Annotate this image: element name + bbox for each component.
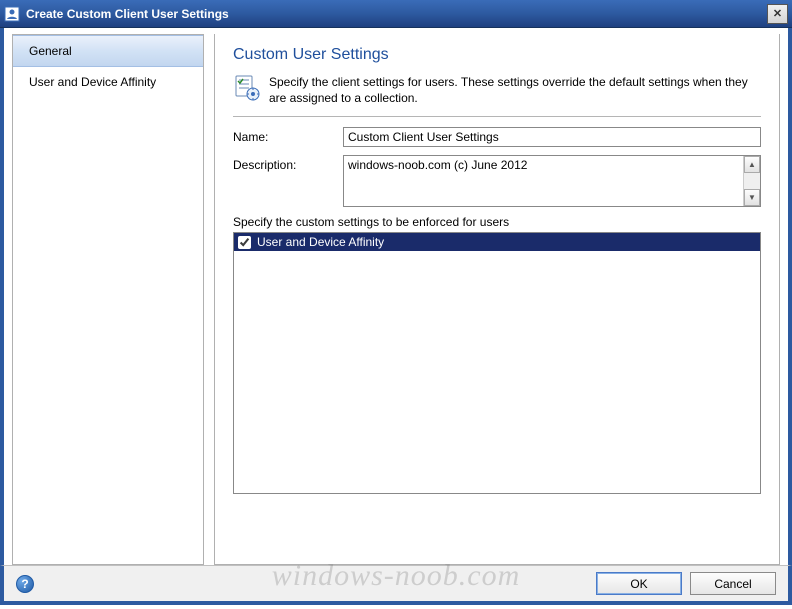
sidebar-item-label: User and Device Affinity [29, 75, 156, 89]
name-row: Name: [233, 127, 761, 147]
name-label: Name: [233, 127, 343, 144]
footer: ? OK Cancel [0, 565, 792, 605]
scroll-down-button[interactable]: ▼ [744, 189, 760, 206]
description-field[interactable]: windows-noob.com (c) June 2012 ▲ ▼ [343, 155, 761, 207]
settings-checkbox[interactable] [238, 236, 251, 249]
window-body: General User and Device Affinity Custom … [0, 28, 792, 565]
intro-text: Specify the client settings for users. T… [269, 74, 761, 106]
sidebar: General User and Device Affinity [12, 34, 204, 565]
help-icon[interactable]: ? [16, 575, 34, 593]
app-icon [4, 6, 20, 22]
description-label: Description: [233, 155, 343, 172]
main-panel: Custom User Settings Specify the cl [214, 34, 780, 565]
titlebar: Create Custom Client User Settings ✕ [0, 0, 792, 28]
sidebar-item-label: General [29, 44, 72, 58]
close-button[interactable]: ✕ [767, 4, 788, 24]
scroll-up-button[interactable]: ▲ [744, 156, 760, 173]
page-heading: Custom User Settings [233, 46, 761, 64]
enforce-label: Specify the custom settings to be enforc… [233, 215, 761, 229]
window-title: Create Custom Client User Settings [26, 7, 767, 21]
description-value[interactable]: windows-noob.com (c) June 2012 [344, 156, 743, 206]
settings-row-label: User and Device Affinity [257, 235, 384, 249]
cancel-button[interactable]: Cancel [690, 572, 776, 595]
settings-list[interactable]: User and Device Affinity [233, 232, 761, 494]
intro-row: Specify the client settings for users. T… [233, 74, 761, 106]
name-input[interactable] [343, 127, 761, 147]
settings-row-user-device-affinity[interactable]: User and Device Affinity [234, 233, 760, 251]
divider [233, 116, 761, 117]
sidebar-item-user-device-affinity[interactable]: User and Device Affinity [13, 67, 203, 97]
settings-icon [233, 74, 261, 105]
description-row: Description: windows-noob.com (c) June 2… [233, 155, 761, 207]
scrollbar[interactable]: ▲ ▼ [743, 156, 760, 206]
sidebar-item-general[interactable]: General [13, 35, 203, 67]
ok-button[interactable]: OK [596, 572, 682, 595]
